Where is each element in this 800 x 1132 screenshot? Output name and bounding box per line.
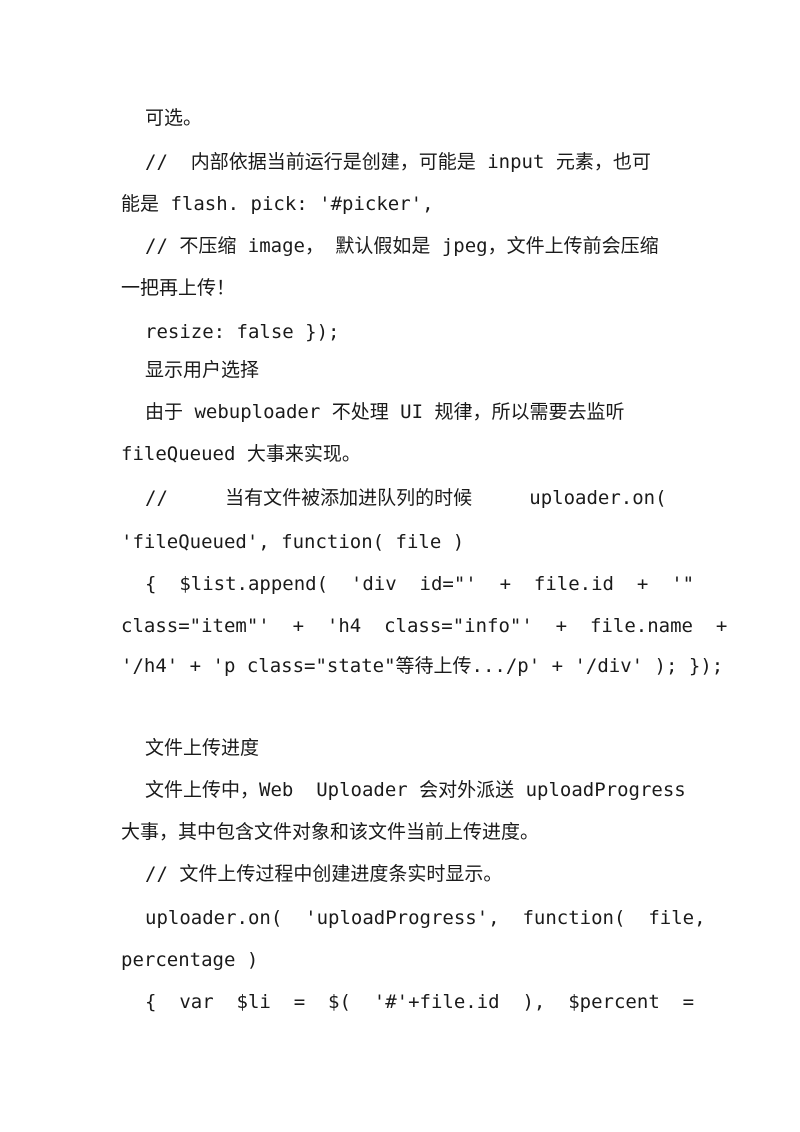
code-line: percentage ) xyxy=(121,949,259,971)
text-line: 一把再上传！ xyxy=(121,277,236,299)
text-line: 大事，其中包含文件对象和该文件当前上传进度。 xyxy=(121,821,540,843)
code-comment-line: // 内部依据当前运行是创建，可能是 input 元素，也可 xyxy=(145,151,651,173)
code-line: uploader.on( 'uploadProgress', function(… xyxy=(145,907,706,929)
code-line: 'fileQueued', function( file ) xyxy=(121,531,465,553)
code-comment-line: // 不压缩 image， 默认假如是 jpeg，文件上传前会压缩 xyxy=(145,235,659,257)
section-heading: 显示用户选择 xyxy=(145,359,260,381)
code-comment-line: // 文件上传过程中创建进度条实时显示。 xyxy=(145,863,503,885)
code-line: '/h4' + 'p class="state"等待上传.../p' + '/d… xyxy=(121,655,724,677)
text-line: fileQueued 大事来实现。 xyxy=(121,443,361,465)
code-line: resize: false }); xyxy=(145,321,340,343)
document-page: 可选。 // 内部依据当前运行是创建，可能是 input 元素，也可 能是 fl… xyxy=(0,0,800,1132)
text-line: 由于 webuploader 不处理 UI 规律，所以需要去监听 xyxy=(145,401,625,423)
text-line: 文件上传中，Web Uploader 会对外派送 uploadProgress xyxy=(145,779,686,801)
code-line: { var $li = $( '#'+file.id ), $percent = xyxy=(145,991,695,1013)
text-line: 可选。 xyxy=(145,107,203,129)
code-comment-line: // 当有文件被添加进队列的时候 uploader.on( xyxy=(145,487,667,509)
code-line: class="item"' + 'h4 class="info"' + file… xyxy=(121,615,728,637)
section-heading: 文件上传进度 xyxy=(145,737,260,759)
code-line: { $list.append( 'div id="' + file.id + '… xyxy=(145,573,695,595)
code-line: 能是 flash. pick: '#picker', xyxy=(121,193,434,215)
